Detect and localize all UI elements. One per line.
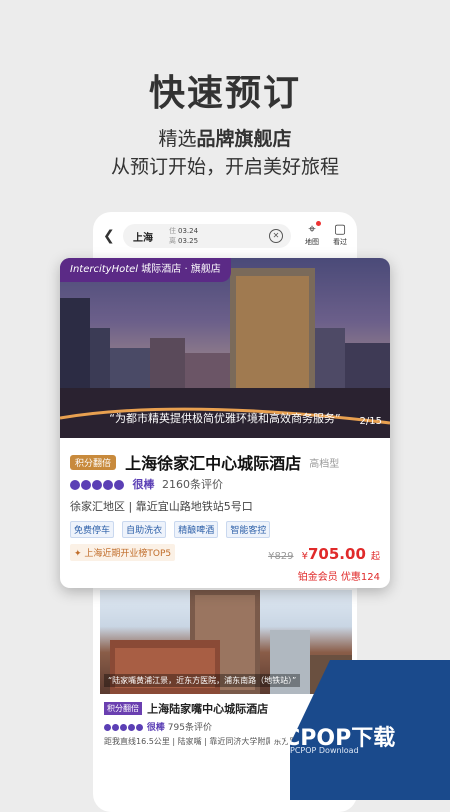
ranking-label: 上海近期开业榜TOP5 bbox=[84, 549, 172, 559]
history-icon: ▢ bbox=[333, 222, 347, 237]
price-suffix: 起 bbox=[370, 552, 380, 562]
amenity-tag: 自助洗衣 bbox=[122, 521, 167, 538]
current-price: ¥705.00 bbox=[302, 545, 366, 563]
promo-subtitle-prefix: 精选 bbox=[158, 128, 197, 150]
hotel2-photo-caption: “陆家嘴黄浦江景，近东方医院，浦东南路（地铁站）” bbox=[104, 674, 301, 687]
map-button[interactable]: ⌖ 地图 bbox=[300, 221, 324, 247]
badge-rest: 城际酒店 · 旗舰店 bbox=[141, 264, 221, 275]
hotel1-type: 高档型 bbox=[309, 458, 340, 470]
hotel1-name[interactable]: 上海徐家汇中心城际酒店 bbox=[125, 454, 301, 473]
checkin-date: 03.24 bbox=[178, 227, 199, 235]
clear-icon[interactable]: ✕ bbox=[269, 229, 283, 243]
photo-pager: 2/15 bbox=[359, 416, 382, 427]
hotel2-rating-dots bbox=[104, 723, 144, 733]
flagship-badge: IntercityHotel 城际酒店 · 旗舰店 bbox=[60, 258, 231, 282]
search-topbar: ❮ 上海 住 03.24 离 03.25 ✕ ⌖ 地图 ▢ 看过 bbox=[93, 212, 357, 256]
promo-subtitle-line1: 精选品牌旗舰店 bbox=[0, 124, 450, 151]
watermark-subtext: PCPOP Download bbox=[290, 746, 359, 755]
hotel1-info: 积分翻倍 上海徐家汇中心城际酒店 高档型 很棒 2160条评价 徐家汇地区 | … bbox=[60, 438, 390, 588]
points-double-tag: 积分翻倍 bbox=[70, 454, 117, 470]
original-price: ¥829 bbox=[268, 551, 294, 562]
rating-dots bbox=[70, 478, 125, 491]
hotel1-photo-caption: “为都市精英提供极简优雅环境和高效商务服务” bbox=[109, 412, 341, 425]
badge-brand: IntercityHotel bbox=[70, 264, 139, 275]
sparkle-icon: ✦ bbox=[74, 549, 82, 559]
hotel1-photo[interactable]: IntercityHotel 城际酒店 · 旗舰店 “为都市精英提供极简优雅环境… bbox=[60, 258, 390, 438]
checkin-key: 住 bbox=[169, 227, 176, 235]
amenity-tags: 免费停车 自助洗衣 精酿啤酒 智能客控 bbox=[70, 518, 273, 538]
promo-subtitle-line2: 从预订开始，开启美好旅程 bbox=[110, 156, 339, 178]
hotel2-review-count: 795条评价 bbox=[167, 723, 212, 733]
history-label: 看过 bbox=[333, 238, 347, 246]
hotel2-photo[interactable]: “陆家嘴黄浦江景，近东方医院，浦东南路（地铁站）” bbox=[100, 590, 352, 694]
notification-dot bbox=[316, 221, 321, 226]
promo-subtitle-bold: 品牌旗舰店 bbox=[196, 128, 292, 150]
city-selector[interactable]: 上海 bbox=[133, 229, 153, 244]
hotel-card-featured[interactable]: IntercityHotel 城际酒店 · 旗舰店 “为都市精英提供极简优雅环境… bbox=[60, 258, 390, 588]
member-discount: 铂金会员 优惠124 bbox=[297, 572, 380, 583]
hotel1-title-row: 积分翻倍 上海徐家汇中心城际酒店 高档型 bbox=[70, 450, 339, 474]
checkout-key: 离 bbox=[169, 237, 176, 245]
history-button[interactable]: ▢ 看过 bbox=[328, 222, 352, 247]
review-count[interactable]: 2160条评价 bbox=[162, 478, 223, 491]
amenity-tag: 精酿啤酒 bbox=[174, 521, 219, 538]
hotel1-rating: 很棒 2160条评价 bbox=[70, 476, 223, 492]
hotel2-rating-label: 很棒 bbox=[146, 723, 165, 733]
hotel2-points-tag: 积分翻倍 bbox=[104, 702, 142, 715]
search-bar[interactable]: 上海 住 03.24 离 03.25 ✕ bbox=[123, 224, 291, 248]
map-label: 地图 bbox=[305, 238, 319, 246]
hotel2-name[interactable]: 上海陆家嘴中心城际酒店 bbox=[147, 703, 268, 716]
price-value: 705.00 bbox=[308, 545, 366, 563]
back-arrow-icon[interactable]: ❮ bbox=[103, 228, 115, 244]
checkout-date: 03.25 bbox=[178, 237, 199, 245]
amenity-tag: 免费停车 bbox=[70, 521, 115, 538]
rating-label: 很棒 bbox=[132, 478, 155, 491]
promo-headline: 快速预订 bbox=[148, 73, 301, 114]
hotel1-price: ¥829 ¥705.00 起 bbox=[268, 544, 380, 563]
hotel1-location: 徐家汇地区 | 靠近宜山路地铁站5号口 bbox=[70, 500, 253, 513]
ranking-tag[interactable]: ✦ 上海近期开业榜TOP5 bbox=[70, 544, 176, 561]
amenity-tag: 智能客控 bbox=[226, 521, 271, 538]
date-range[interactable]: 住 03.24 离 03.25 bbox=[169, 226, 198, 246]
